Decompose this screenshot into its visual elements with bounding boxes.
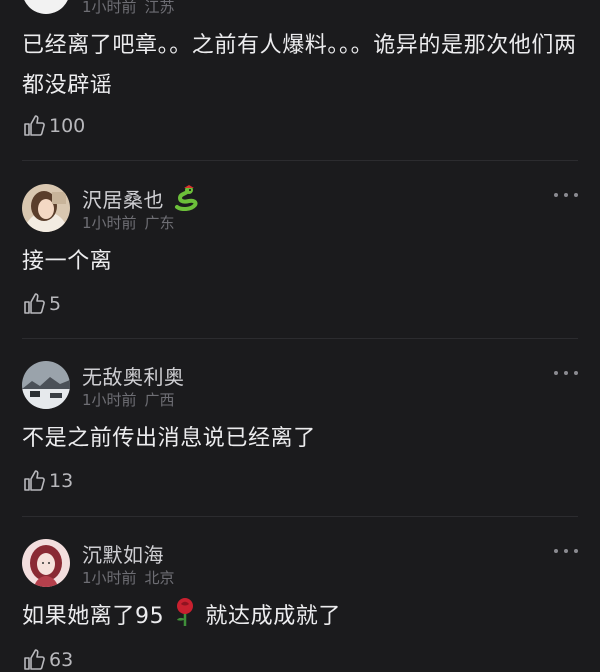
- avatar[interactable]: [22, 539, 70, 587]
- comment-text: 已经离了吧章。。之前有人爆料。。。诡异的是那次他们两都没辟谣: [22, 33, 577, 98]
- girl-portrait-icon: [22, 184, 70, 232]
- comment-meta: 1小时前 北京: [82, 567, 175, 588]
- comment-location: 广西: [144, 391, 175, 409]
- like-button[interactable]: 13: [22, 469, 73, 493]
- comment-time: 1小时前: [82, 0, 137, 16]
- comment-time: 1小时前: [82, 391, 137, 409]
- rose-emoji-icon: [172, 597, 198, 641]
- like-button[interactable]: 100: [22, 114, 85, 138]
- illustrated-woman-icon: [22, 539, 70, 587]
- more-options-button[interactable]: [554, 546, 578, 556]
- comment-meta: 1小时前 江苏: [82, 0, 175, 17]
- comment-feed: 1小时前 江苏 已经离了吧章。。之前有人爆料。。。诡异的是那次他们两都没辟谣 10…: [0, 0, 600, 671]
- comment-text: 如果她离了95 就达成成就了: [22, 597, 578, 641]
- snowy-landscape-icon: [22, 361, 70, 409]
- comment-text: 不是之前传出消息说已经离了: [22, 426, 316, 451]
- comment-text-part: 就达成成就了: [205, 604, 341, 629]
- like-count: 100: [49, 115, 86, 137]
- snake-emoji-icon: [171, 185, 199, 216]
- username-text: 沢居桑也: [82, 188, 164, 212]
- comment-time: 1小时前: [82, 214, 137, 232]
- avatar[interactable]: [22, 0, 70, 14]
- like-button[interactable]: 63: [22, 648, 73, 672]
- thumbs-up-icon: [24, 115, 45, 136]
- comment-meta: 1小时前 广西: [82, 389, 175, 410]
- divider: [22, 516, 578, 517]
- avatar[interactable]: [22, 184, 70, 232]
- more-options-button[interactable]: [554, 368, 578, 378]
- like-count: 13: [49, 470, 74, 492]
- comment-text-part: 如果她离了95: [22, 604, 165, 629]
- comment-meta: 1小时前 广东: [82, 212, 175, 233]
- username[interactable]: 沉默如海: [82, 539, 164, 568]
- more-options-button[interactable]: [554, 190, 578, 200]
- thumbs-up-icon: [24, 649, 45, 670]
- thumbs-up-icon: [24, 293, 45, 314]
- comment-time: 1小时前: [82, 569, 137, 587]
- comment-location: 北京: [144, 569, 175, 587]
- avatar[interactable]: [22, 361, 70, 409]
- profile-photo-icon: [22, 0, 70, 14]
- divider: [22, 338, 578, 339]
- comment-location: 广东: [144, 214, 175, 232]
- username[interactable]: 无敌奥利奥: [82, 361, 185, 390]
- like-button[interactable]: 5: [22, 292, 61, 316]
- comment-location: 江苏: [144, 0, 175, 16]
- comment-text: 接一个离: [22, 249, 113, 274]
- like-count: 5: [49, 293, 62, 315]
- thumbs-up-icon: [24, 470, 45, 491]
- like-count: 63: [49, 649, 74, 671]
- divider: [22, 160, 578, 161]
